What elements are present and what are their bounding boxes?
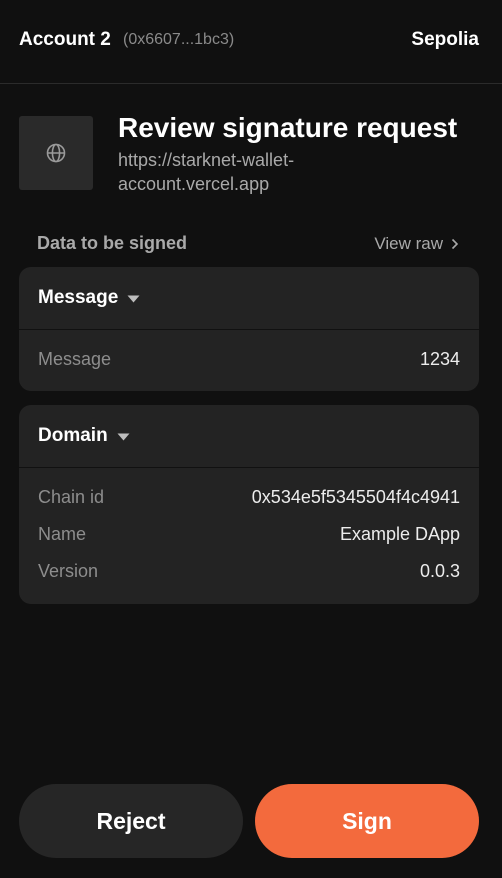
network-name[interactable]: Sepolia (411, 29, 479, 51)
account-address: (0x6607...1bc3) (123, 31, 235, 48)
message-card-title: Message (38, 287, 119, 308)
row-key: Chain id (38, 487, 105, 507)
reject-button[interactable]: Reject (19, 784, 243, 858)
site-icon (19, 116, 93, 190)
account-name[interactable]: Account 2 (19, 29, 111, 51)
domain-row-name: Name Example DApp (38, 516, 460, 553)
caret-down-icon (127, 295, 140, 303)
message-card: Message Message 1234 (19, 267, 479, 391)
domain-row-version: Version 0.0.3 (38, 553, 460, 590)
view-raw-label: View raw (374, 234, 443, 253)
message-row: Message 1234 (38, 341, 460, 378)
row-key: Version (38, 561, 99, 581)
domain-card-title: Domain (38, 425, 108, 446)
page-title: Review signature request (118, 112, 458, 143)
domain-card: Domain Chain id 0x534e5f5345504f4c4941 N… (19, 405, 479, 604)
request-origin: https://starknet-wallet-account.vercel.a… (118, 150, 295, 194)
message-card-toggle[interactable]: Message (19, 267, 479, 330)
domain-card-toggle[interactable]: Domain (19, 405, 479, 468)
account-header: Account 2 (0x6607...1bc3) Sepolia (0, 0, 502, 84)
domain-row-chain-id: Chain id 0x534e5f5345504f4c4941 (38, 479, 460, 516)
globe-icon (46, 143, 66, 163)
view-raw-link[interactable]: View raw (374, 234, 459, 254)
row-value: Example DApp (339, 524, 460, 544)
sign-button[interactable]: Sign (255, 784, 479, 858)
caret-down-icon (117, 433, 130, 441)
row-value: 0x534e5f5345504f4c4941 (251, 487, 460, 507)
row-value: 0.0.3 (419, 561, 460, 581)
signature-request-screen: Account 2 (0x6607...1bc3) Sepolia Review… (0, 0, 502, 878)
data-section-label: Data to be signed (37, 233, 188, 253)
chevron-right-icon (451, 238, 459, 250)
row-value: 1234 (419, 349, 460, 369)
row-key: Message (38, 349, 112, 369)
row-key: Name (38, 524, 87, 544)
